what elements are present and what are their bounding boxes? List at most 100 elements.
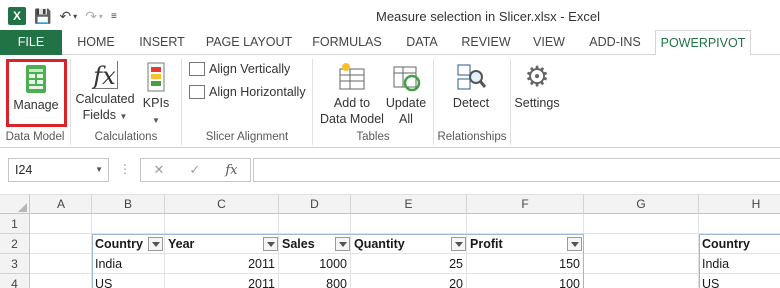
filter-dropdown-icon[interactable] xyxy=(335,237,350,251)
fx-icon: fx xyxy=(92,61,118,90)
title-bar: X 💾 ↶ ▾ ↷ ▾ ≡ Measure selection in Slice… xyxy=(0,0,780,30)
undo-dropdown-icon[interactable]: ▾ xyxy=(73,12,77,21)
filter-dropdown-icon[interactable] xyxy=(148,237,163,251)
insert-function-icon[interactable]: fx xyxy=(225,163,237,178)
table-cell[interactable]: 800 xyxy=(279,274,351,288)
save-icon[interactable]: 💾 xyxy=(34,8,51,25)
table-header-year[interactable]: Year xyxy=(165,234,279,254)
settings-button[interactable]: ⚙ Settings xyxy=(514,61,560,111)
detect-button[interactable]: Detect xyxy=(448,61,494,111)
row-header-4[interactable]: 4 xyxy=(0,274,30,288)
group-separator xyxy=(70,59,71,145)
detect-label: Detect xyxy=(452,96,490,110)
group-label-calculations: Calculations xyxy=(94,131,158,143)
refresh-icon xyxy=(390,61,422,93)
table-header-quantity[interactable]: Quantity xyxy=(351,234,467,254)
kpis-button[interactable]: KPIs ▼ xyxy=(138,61,174,129)
ribbon-tabs: FILE HOME INSERT PAGE LAYOUT FORMULAS DA… xyxy=(0,30,780,56)
gear-icon: ⚙ xyxy=(524,61,550,92)
formula-bar-grip[interactable]: ⋮ xyxy=(119,162,131,176)
redo-dropdown-icon[interactable]: ▾ xyxy=(99,12,103,21)
tab-formulas[interactable]: FORMULAS xyxy=(308,30,386,55)
row-header-1[interactable]: 1 xyxy=(0,214,30,234)
table-cell[interactable]: 100 xyxy=(467,274,584,288)
align-vertically-label: Align Vertically xyxy=(209,62,291,76)
table-cell[interactable]: US xyxy=(92,274,165,288)
group-label-data-model: Data Model xyxy=(5,131,65,143)
customize-qat-icon[interactable]: ≡ xyxy=(111,11,117,22)
table2-cell[interactable]: India xyxy=(699,254,780,274)
calculated-fields-button[interactable]: fx Calculated Fields ▼ xyxy=(74,61,136,125)
manage-label: Manage xyxy=(13,98,59,112)
table2-cell[interactable]: US xyxy=(699,274,780,288)
update-all-button[interactable]: Update All xyxy=(384,61,428,127)
table-cell[interactable]: India xyxy=(92,254,165,274)
column-header-e[interactable]: E xyxy=(351,195,467,214)
filter-dropdown-icon[interactable] xyxy=(451,237,466,251)
column-header-d[interactable]: D xyxy=(279,195,351,214)
table-cell[interactable]: 2011 xyxy=(165,274,279,288)
calculated-fields-label-2: Fields xyxy=(82,108,116,122)
align-vertically-icon xyxy=(189,62,205,76)
table-cell[interactable]: 20 xyxy=(351,274,467,288)
update-all-label-2: All xyxy=(399,112,413,126)
group-label-relationships: Relationships xyxy=(437,131,507,143)
tab-file[interactable]: FILE xyxy=(0,30,62,55)
tab-add-ins[interactable]: ADD-INS xyxy=(582,30,648,55)
filter-dropdown-icon[interactable] xyxy=(263,237,278,251)
enter-icon[interactable]: ✓ xyxy=(189,162,200,178)
group-separator xyxy=(510,59,511,145)
column-header-b[interactable]: B xyxy=(92,195,165,214)
add-to-data-model-label-2: Data Model xyxy=(320,112,384,126)
row-header-2[interactable]: 2 xyxy=(0,234,30,254)
tab-insert[interactable]: INSERT xyxy=(134,30,190,55)
row-header-3[interactable]: 3 xyxy=(0,254,30,274)
filter-dropdown-icon[interactable] xyxy=(567,237,582,251)
tab-view[interactable]: VIEW xyxy=(526,30,572,55)
select-all-corner[interactable] xyxy=(0,195,30,214)
kpi-icon xyxy=(140,61,172,93)
tab-review[interactable]: REVIEW xyxy=(458,30,514,55)
tab-home[interactable]: HOME xyxy=(70,30,122,55)
undo-icon[interactable]: ↶ xyxy=(59,8,71,25)
table-cell[interactable]: 150 xyxy=(467,254,584,274)
redo-icon[interactable]: ↷ xyxy=(85,8,97,25)
formula-input[interactable] xyxy=(253,158,780,182)
chevron-down-icon[interactable]: ▼ xyxy=(95,159,103,181)
add-to-data-model-icon xyxy=(336,61,368,93)
tab-data[interactable]: DATA xyxy=(398,30,446,55)
manage-icon xyxy=(20,63,52,95)
column-header-g[interactable]: G xyxy=(584,195,699,214)
align-vertically-button[interactable]: Align Vertically xyxy=(189,62,290,76)
cancel-icon[interactable]: ✕ xyxy=(154,162,165,178)
add-to-data-model-button[interactable]: Add to Data Model xyxy=(318,61,386,127)
align-horizontally-button[interactable]: Align Horizontally xyxy=(189,85,306,99)
update-all-label-1: Update xyxy=(385,96,427,110)
formula-bar: I24 ▼ ⋮ ✕ ✓ fx xyxy=(0,148,780,194)
chevron-down-icon: ▼ xyxy=(119,112,128,121)
column-headers: A B C D E F G H xyxy=(0,194,780,214)
add-to-data-model-label-1: Add to xyxy=(333,96,371,110)
align-horizontally-icon xyxy=(189,85,205,99)
column-header-h[interactable]: H xyxy=(699,195,780,214)
column-header-f[interactable]: F xyxy=(467,195,584,214)
formula-bar-buttons: ✕ ✓ fx xyxy=(140,158,251,182)
column-header-a[interactable]: A xyxy=(31,195,92,214)
align-horizontally-label: Align Horizontally xyxy=(209,85,306,99)
name-box-value: I24 xyxy=(15,163,33,177)
calculated-fields-label-1: Calculated xyxy=(75,92,135,106)
table-cell[interactable]: 25 xyxy=(351,254,467,274)
chevron-down-icon: ▼ xyxy=(152,116,160,125)
kpis-label: KPIs xyxy=(142,96,170,110)
table2-header-country[interactable]: Country xyxy=(699,234,780,254)
tab-powerpivot[interactable]: POWERPIVOT xyxy=(655,30,751,56)
name-box[interactable]: I24 ▼ xyxy=(8,158,109,182)
group-label-slicer-alignment: Slicer Alignment xyxy=(205,131,289,143)
table-cell[interactable]: 2011 xyxy=(165,254,279,274)
column-header-c[interactable]: C xyxy=(165,195,279,214)
quick-access-toolbar: X 💾 ↶ ▾ ↷ ▾ ≡ xyxy=(8,6,117,26)
tab-page-layout[interactable]: PAGE LAYOUT xyxy=(204,30,294,55)
table-cell[interactable]: 1000 xyxy=(279,254,351,274)
manage-button[interactable]: Manage xyxy=(8,63,64,113)
worksheet-grid[interactable]: A B C D E F G H 1 2 3 4 Country Year Sal… xyxy=(0,194,780,288)
